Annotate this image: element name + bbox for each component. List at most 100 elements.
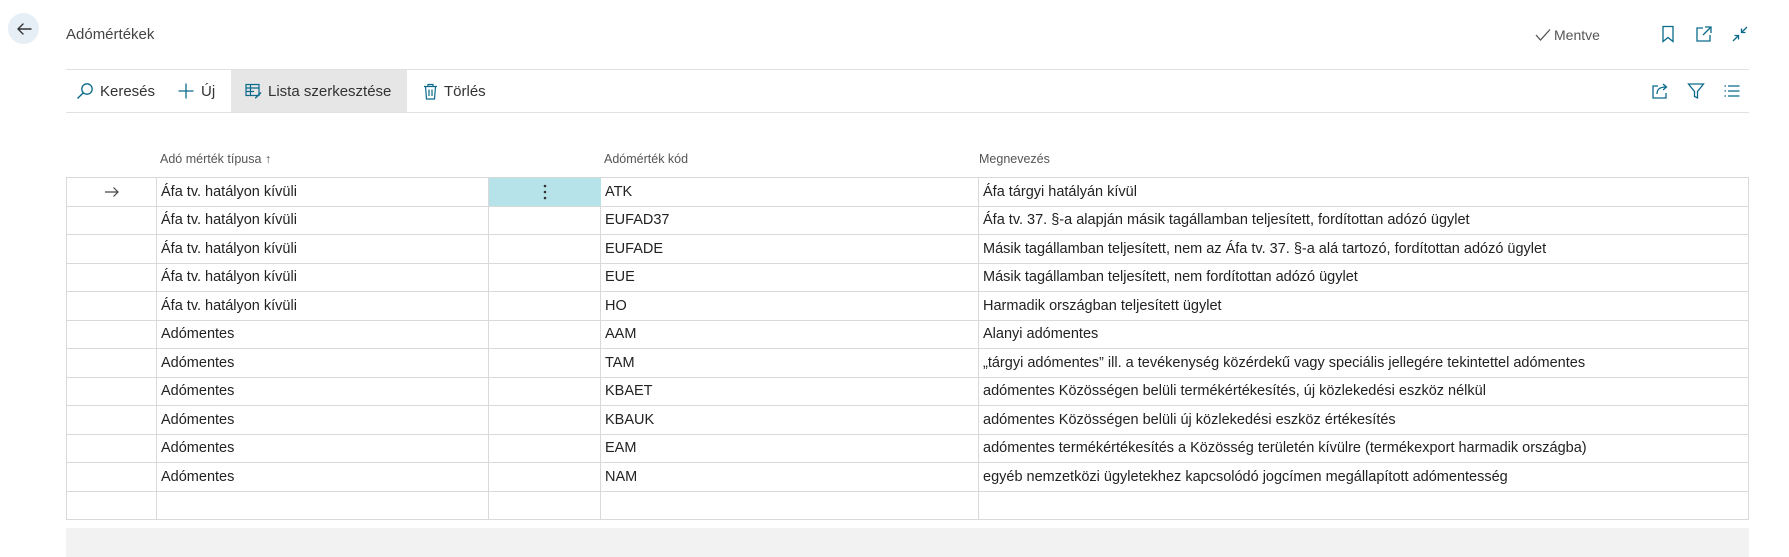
cell-code[interactable]: ATK (601, 178, 979, 206)
cell-name[interactable]: adómentes termékértékesítés a Közösség t… (979, 435, 1749, 463)
table-row[interactable]: Adómentes KBAUK adómentes Közösségen belül… (66, 406, 1749, 435)
table-row[interactable]: Adómentes NAM egyéb nemzetközi ügyletekhez… (66, 463, 1749, 492)
row-indicator[interactable] (67, 349, 157, 377)
cell-name[interactable]: adómentes Közösségen belüli termékértéke… (979, 378, 1749, 406)
row-actions-menu[interactable] (489, 463, 601, 491)
cell-type[interactable]: Adómentes (157, 406, 489, 434)
delete-label: Törlés (444, 82, 486, 100)
back-button[interactable] (8, 13, 39, 44)
cell-type[interactable]: Adómentes (157, 435, 489, 463)
current-row-arrow-icon (105, 186, 119, 197)
table-row[interactable]: Áfa tv. hatályon kívüli EUFAD37 Áfa tv. 37… (66, 206, 1749, 235)
cell-type[interactable]: Áfa tv. hatályon kívüli (157, 264, 489, 292)
cell-code[interactable]: TAM (601, 349, 979, 377)
cell-name[interactable]: Harmadik országban teljesített ügylet (979, 292, 1749, 320)
actionbar-divider (66, 112, 1749, 113)
row-actions-menu[interactable] (489, 321, 601, 349)
arrow-left-icon (16, 22, 32, 35)
column-header-name[interactable]: Megnevezés (979, 152, 1050, 166)
cell-code[interactable]: EUFAD37 (601, 207, 979, 235)
row-actions-menu[interactable] (489, 292, 601, 320)
trash-icon (424, 83, 437, 100)
search-button[interactable]: Keresés (76, 70, 155, 112)
row-indicator[interactable] (67, 435, 157, 463)
edit-list-button[interactable]: Lista szerkesztése (231, 70, 407, 112)
column-header-type[interactable]: Adó mérték típusa ↑ (160, 152, 271, 166)
cell-code[interactable]: EUE (601, 264, 979, 292)
new-button[interactable]: Új (177, 70, 215, 112)
cell-name[interactable]: „tárgyi adómentes” ill. a tevékenység kö… (979, 349, 1749, 377)
table-row[interactable]: Áfa tv. hatályon kívüli HO Harmadik ország… (66, 292, 1749, 321)
cell-name[interactable]: Alanyi adómentes (979, 321, 1749, 349)
empty-new-row[interactable] (66, 491, 1749, 520)
cell-code[interactable]: EAM (601, 435, 979, 463)
row-indicator[interactable] (67, 292, 157, 320)
table-row[interactable]: Adómentes TAM „tárgyi adómentes” ill. a te… (66, 349, 1749, 378)
row-actions-menu[interactable] (489, 406, 601, 434)
cell-name[interactable]: adómentes Közösségen belüli új közlekedé… (979, 406, 1749, 434)
edit-list-label: Lista szerkesztése (268, 82, 392, 100)
cell-type[interactable]: Áfa tv. hatályon kívüli (157, 235, 489, 263)
cell-code[interactable]: HO (601, 292, 979, 320)
cell-code[interactable]: NAM (601, 463, 979, 491)
saved-status: Mentve (1535, 27, 1600, 43)
cell-type[interactable]: Adómentes (157, 321, 489, 349)
open-new-window-icon[interactable] (1695, 25, 1713, 43)
cell-name[interactable]: Áfa tárgyi hatályán kívül (979, 178, 1749, 206)
row-actions-menu[interactable] (489, 435, 601, 463)
cell-type[interactable]: Áfa tv. hatályon kívüli (157, 207, 489, 235)
cell-code[interactable]: KBAET (601, 378, 979, 406)
row-actions-menu[interactable] (489, 235, 601, 263)
table-row[interactable]: Áfa tv. hatályon kívüli EUFADE Másik tagál… (66, 235, 1749, 264)
new-label: Új (201, 82, 216, 100)
row-indicator[interactable] (67, 321, 157, 349)
share-icon[interactable] (1651, 82, 1669, 100)
search-icon (77, 83, 93, 99)
table-row[interactable]: Adómentes AAM Alanyi adómentes (66, 320, 1749, 349)
edit-list-icon (245, 83, 262, 99)
column-header-code[interactable]: Adómérték kód (604, 152, 688, 166)
row-indicator[interactable] (67, 463, 157, 491)
row-actions-menu[interactable] (489, 178, 601, 206)
cell-name[interactable]: Áfa tv. 37. §-a alapján másik tagállamba… (979, 207, 1749, 235)
cell-name[interactable]: egyéb nemzetközi ügyletekhez kapcsolódó … (979, 463, 1749, 491)
column-type-label: Adó mérték típusa (160, 152, 262, 166)
cell-name[interactable]: Másik tagállamban teljesített, nem az Áf… (979, 235, 1749, 263)
row-actions-menu[interactable] (489, 349, 601, 377)
cell-type[interactable]: Adómentes (157, 463, 489, 491)
table-row[interactable]: Áfa tv. hatályon kívüli EUE Másik tagállam… (66, 263, 1749, 292)
row-actions-menu[interactable] (489, 378, 601, 406)
search-label: Keresés (100, 82, 156, 100)
cell-code[interactable]: EUFADE (601, 235, 979, 263)
collapse-icon[interactable] (1731, 25, 1749, 43)
bookmark-icon[interactable] (1659, 25, 1677, 43)
cell-type[interactable]: Adómentes (157, 378, 489, 406)
row-indicator[interactable] (67, 264, 157, 292)
row-indicator[interactable] (67, 235, 157, 263)
cell-type[interactable]: Adómentes (157, 349, 489, 377)
delete-button[interactable]: Törlés (423, 70, 486, 112)
action-bar: Keresés Új Lista szerkesztése Törlés (66, 70, 1749, 112)
table-row[interactable]: Adómentes EAM adómentes termékértékesítés … (66, 434, 1749, 463)
cell-code[interactable]: AAM (601, 321, 979, 349)
cell-type[interactable]: Áfa tv. hatályon kívüli (157, 292, 489, 320)
row-actions-menu[interactable] (489, 264, 601, 292)
cell-type[interactable]: Áfa tv. hatályon kívüli (157, 178, 489, 206)
data-grid: Áfa tv. hatályon kívüli ATK Áfa tárgyi hat… (66, 177, 1749, 520)
checkmark-icon (1535, 29, 1551, 41)
filter-icon[interactable] (1687, 82, 1705, 100)
page-title: Adómértékek (66, 26, 155, 43)
row-indicator[interactable] (67, 378, 157, 406)
cell-name[interactable]: Másik tagállamban teljesített, nem fordí… (979, 264, 1749, 292)
row-indicator[interactable] (67, 178, 157, 206)
plus-icon (178, 83, 194, 99)
sort-ascending-icon: ↑ (264, 152, 272, 166)
row-indicator[interactable] (67, 406, 157, 434)
cell-code[interactable]: KBAUK (601, 406, 979, 434)
grid-footer (66, 528, 1749, 557)
row-actions-menu[interactable] (489, 207, 601, 235)
table-row[interactable]: Adómentes KBAET adómentes Közösségen belül… (66, 377, 1749, 406)
table-row[interactable]: Áfa tv. hatályon kívüli ATK Áfa tárgyi hat… (66, 178, 1749, 207)
row-indicator[interactable] (67, 207, 157, 235)
list-view-icon[interactable] (1723, 82, 1741, 100)
